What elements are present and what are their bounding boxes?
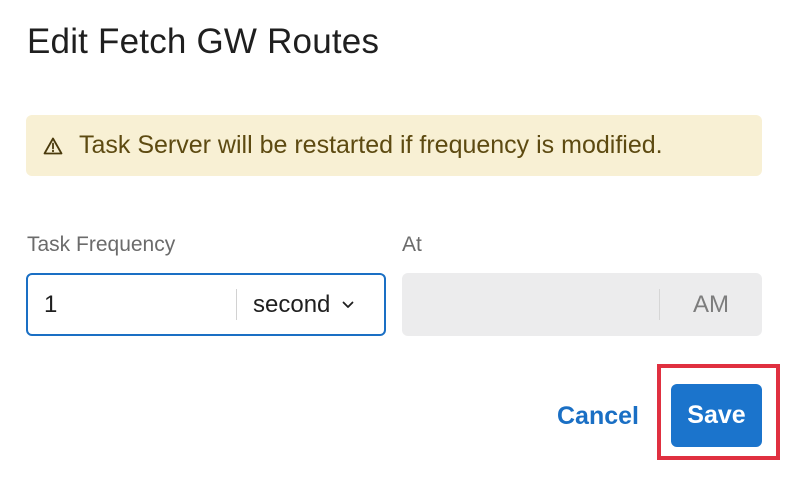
frequency-input[interactable] — [28, 275, 236, 334]
at-time-input — [402, 273, 659, 336]
chevron-down-icon — [342, 301, 354, 309]
task-frequency-label: Task Frequency — [27, 233, 176, 256]
at-time-field: AM — [402, 273, 762, 336]
edit-dialog: Edit Fetch GW Routes Task Server will be… — [0, 0, 792, 480]
dialog-title: Edit Fetch GW Routes — [27, 22, 380, 61]
cancel-button[interactable]: Cancel — [552, 393, 644, 439]
at-label: At — [402, 233, 422, 256]
warning-alert: Task Server will be restarted if frequen… — [26, 115, 762, 176]
frequency-unit-value: second — [253, 290, 331, 318]
frequency-unit-select[interactable]: second — [237, 275, 384, 334]
warning-icon — [42, 135, 64, 157]
task-frequency-field: second — [26, 273, 386, 336]
meridiem-label: AM — [693, 290, 729, 318]
save-button[interactable]: Save — [671, 384, 762, 447]
alert-message: Task Server will be restarted if frequen… — [79, 131, 663, 159]
